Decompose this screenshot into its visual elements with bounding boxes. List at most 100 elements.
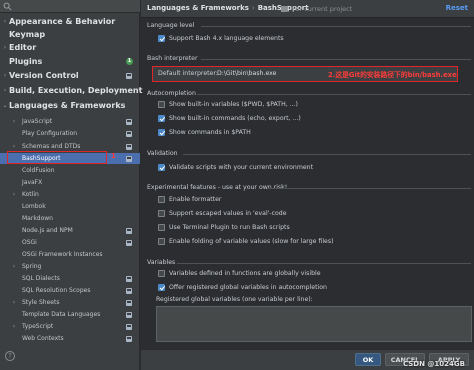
chevron-right-icon[interactable]: ›	[11, 189, 17, 200]
sidebar-item-javafx[interactable]: JavaFX	[0, 177, 140, 188]
sidebar-item-label: Appearance & Behavior	[9, 17, 116, 26]
section-title-language-level: Language level	[147, 22, 195, 29]
registered-vars-textarea[interactable]	[156, 306, 472, 342]
help-button[interactable]: ?	[5, 351, 15, 361]
builtin-vars-checkbox[interactable]	[158, 101, 165, 108]
project-scope-icon	[126, 288, 132, 294]
sidebar-item-template-data-languages[interactable]: Template Data Languages	[0, 309, 140, 320]
section-divider	[267, 188, 471, 189]
ok-button[interactable]: OK	[355, 353, 381, 366]
sidebar-item-label: JavaScript	[22, 118, 53, 125]
project-scope-icon	[126, 276, 132, 282]
project-scope-icon	[126, 131, 132, 137]
section-title-variables: Variables	[147, 259, 176, 266]
escaped-values-checkbox[interactable]	[158, 210, 165, 217]
update-badge: 1	[126, 58, 133, 65]
settings-search-input[interactable]	[0, 0, 140, 13]
sidebar-item-appearance-behavior[interactable]: › Appearance & Behavior	[0, 16, 140, 27]
builtin-cmds-label: Show built-in commands (echo, export, ..…	[169, 115, 301, 122]
chevron-right-icon[interactable]: ›	[11, 116, 17, 127]
global-vars-label: Variables defined in functions are globa…	[169, 270, 321, 277]
section-divider	[201, 26, 471, 27]
chevron-right-icon[interactable]: ›	[2, 85, 8, 96]
registered-vars-label: Registered global variables (one variabl…	[156, 296, 313, 303]
sidebar-item-label: Play Configuration	[22, 130, 78, 137]
sidebar-item-osgi[interactable]: OSGi	[0, 237, 140, 248]
sidebar-item-web-contexts[interactable]: Web Contexts	[0, 333, 140, 344]
global-vars-checkbox[interactable]	[158, 270, 165, 277]
enable-formatter-label: Enable formatter	[169, 196, 222, 203]
interpreter-annotation-box: Default interpreter: D:\Git\bin\bash.exe…	[152, 66, 458, 82]
section-title-autocompletion: Autocompletion	[147, 90, 196, 97]
sidebar-item-play-configuration[interactable]: Play Configuration	[0, 128, 140, 139]
default-interpreter-label: Default interpreter:	[158, 70, 218, 77]
project-scope-icon	[126, 73, 132, 79]
builtin-vars-label: Show built-in variables ($PWD, $PATH, ..…	[169, 101, 298, 108]
breadcrumb-separator: ›	[251, 4, 255, 12]
sidebar-item-label: Keymap	[9, 30, 46, 39]
sidebar-item-kotlin[interactable]: › Kotlin	[0, 189, 140, 200]
sidebar-item-spring[interactable]: › Spring	[0, 261, 140, 272]
project-scope-icon	[126, 336, 132, 342]
enable-formatter-checkbox[interactable]	[158, 196, 165, 203]
section-divider	[201, 59, 471, 60]
sidebar-item-nodejs-npm[interactable]: Node.js and NPM	[0, 225, 140, 236]
interpreter-annotation-note: 2.这是Git的安装路径下的bin/bash.exe	[328, 71, 457, 79]
sidebar-item-lombok[interactable]: Lombok	[0, 201, 140, 212]
sidebar-item-label: Web Contexts	[22, 335, 64, 342]
sidebar-item-typescript[interactable]: › TypeScript	[0, 321, 140, 332]
sidebar-item-coldfusion[interactable]: ColdFusion	[0, 165, 140, 176]
offer-globals-label: Offer registered global variables in aut…	[169, 284, 327, 291]
watermark: CSDN @1024GB	[403, 360, 465, 368]
sidebar-item-style-sheets[interactable]: › Style Sheets	[0, 297, 140, 308]
validate-scripts-checkbox[interactable]	[158, 164, 165, 171]
sidebar-item-languages-frameworks[interactable]: ⌄ Languages & Frameworks	[0, 100, 140, 111]
breadcrumb-parent[interactable]: Languages & Frameworks	[147, 4, 249, 12]
chevron-right-icon[interactable]: ›	[11, 261, 17, 272]
sidebar-item-editor[interactable]: › Editor	[0, 42, 140, 53]
sidebar-item-label: Lombok	[22, 203, 46, 210]
sidebar-item-sql-dialects[interactable]: SQL Dialects	[0, 273, 140, 284]
chevron-right-icon[interactable]: ›	[2, 42, 8, 53]
project-scope-icon	[126, 300, 132, 306]
offer-globals-checkbox[interactable]	[158, 284, 165, 291]
sidebar-item-label: SQL Dialects	[22, 275, 60, 282]
project-scope-icon	[126, 156, 132, 162]
sidebar-item-sql-resolution-scopes[interactable]: SQL Resolution Scopes	[0, 285, 140, 296]
sidebar-item-javascript[interactable]: › JavaScript	[0, 116, 140, 127]
section-divider	[183, 154, 471, 155]
sidebar-item-label: OSGi Framework Instances	[22, 251, 103, 258]
chevron-down-icon[interactable]: ⌄	[2, 100, 8, 111]
builtin-cmds-checkbox[interactable]	[158, 115, 165, 122]
sidebar-item-osgi-framework-instances[interactable]: OSGi Framework Instances	[0, 249, 140, 260]
settings-sidebar: › Appearance & Behavior Keymap › Editor …	[0, 0, 143, 370]
path-cmds-checkbox[interactable]	[158, 129, 165, 136]
sidebar-item-label: Style Sheets	[22, 299, 60, 306]
terminal-plugin-label: Use Terminal Plugin to run Bash scripts	[169, 224, 290, 231]
sidebar-item-markdown[interactable]: Markdown	[0, 213, 140, 224]
support-bash4-label: Support Bash 4.x language elements	[169, 35, 284, 42]
sidebar-item-version-control[interactable]: › Version Control	[0, 70, 140, 81]
section-title-bash-interpreter: Bash interpreter	[147, 55, 198, 62]
support-bash4-checkbox[interactable]	[158, 35, 165, 42]
sidebar-item-label: Node.js and NPM	[22, 227, 73, 234]
sidebar-item-plugins[interactable]: Plugins 1	[0, 56, 140, 67]
annotation-number: 1	[111, 152, 116, 160]
sidebar-item-label: Languages & Frameworks	[9, 101, 126, 110]
chevron-right-icon[interactable]: ›	[2, 16, 8, 27]
reset-link[interactable]: Reset	[446, 4, 468, 12]
default-interpreter-field[interactable]: D:\Git\bin\bash.exe	[217, 70, 276, 77]
chevron-right-icon[interactable]: ›	[11, 321, 17, 332]
folding-checkbox[interactable]	[158, 238, 165, 245]
sidebar-item-label: Build, Execution, Deployment	[9, 86, 143, 95]
chevron-right-icon[interactable]: ›	[2, 70, 8, 81]
terminal-plugin-checkbox[interactable]	[158, 224, 165, 231]
sidebar-item-keymap[interactable]: Keymap	[0, 29, 140, 40]
section-title-validation: Validation	[147, 150, 178, 157]
bashsupport-settings-panel: Language level Support Bash 4.x language…	[141, 19, 474, 349]
sidebar-item-label: Plugins	[9, 57, 43, 66]
project-scope-icon	[126, 144, 132, 150]
chevron-right-icon[interactable]: ›	[11, 297, 17, 308]
selection-annotation-box	[7, 151, 107, 164]
sidebar-item-build-execution-deployment[interactable]: › Build, Execution, Deployment	[0, 85, 143, 96]
